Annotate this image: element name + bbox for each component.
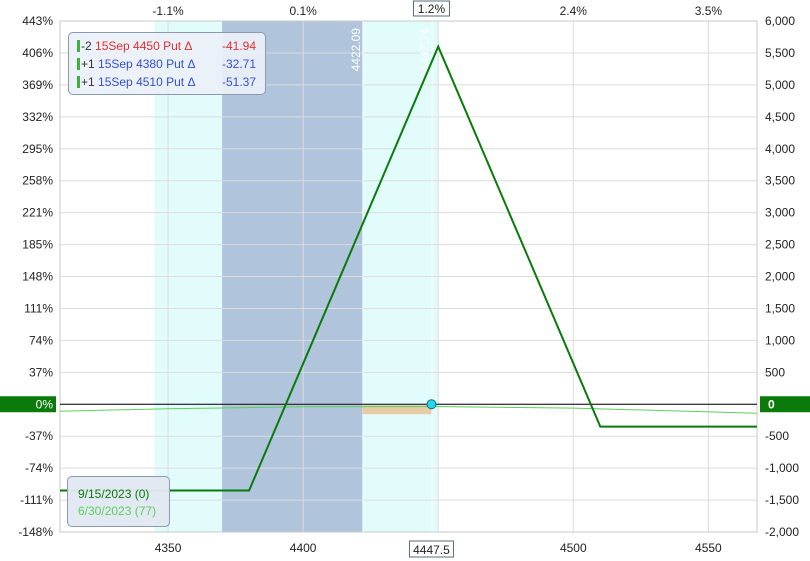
- left-tick-label: 37%: [29, 365, 53, 379]
- leg-desc: 15Sep 4450 Put Δ: [95, 39, 193, 53]
- left-tick-label: 74%: [29, 333, 53, 347]
- right-tick-label: 4,500: [765, 110, 795, 124]
- vertical-line-label: 4422.09: [349, 28, 363, 72]
- left-tick-label: 295%: [22, 142, 53, 156]
- leg-marker-icon: [77, 40, 80, 52]
- date-legend: 9/15/2023 (0) 6/30/2023 (77): [67, 476, 170, 527]
- left-tick-label: -74%: [25, 461, 53, 475]
- left-tick-label: -37%: [25, 429, 53, 443]
- top-pct-tick-label: 0.1%: [289, 4, 317, 18]
- legend-leg-3: +1 15Sep 4510 Put Δ -51.37: [77, 73, 265, 91]
- leg-qty: +1: [81, 57, 95, 71]
- right-tick-label: 500: [765, 365, 785, 379]
- right-tick-label: 5,500: [765, 46, 795, 60]
- leg-desc: 15Sep 4510 Put Δ: [98, 75, 196, 89]
- zero-right-label: 0: [768, 397, 775, 411]
- legend: -2 15Sep 4450 Put Δ -41.94 +1 15Sep 4380…: [68, 32, 266, 95]
- x-tick-label: 4400: [290, 541, 317, 555]
- right-tick-label: 6,000: [765, 14, 795, 28]
- left-tick-label: 185%: [22, 238, 53, 252]
- left-tick-label: 406%: [22, 46, 53, 60]
- top-pct-tick-label: -1.1%: [152, 4, 184, 18]
- left-tick-label: 369%: [22, 78, 53, 92]
- left-tick-label: 111%: [24, 301, 53, 315]
- leg-qty: -2: [81, 39, 92, 53]
- top-marker-label: 1.2%: [418, 2, 446, 16]
- current-price-marker: [426, 399, 437, 410]
- leg-marker-icon: [77, 58, 80, 70]
- x-tick-label: 4550: [695, 541, 722, 555]
- x-tick-label: 4350: [155, 541, 182, 555]
- leg-delta: -32.71: [222, 57, 257, 71]
- right-tick-label: 3,000: [765, 206, 795, 220]
- right-tick-label: 3,500: [765, 174, 795, 188]
- left-tick-label: 332%: [22, 110, 53, 124]
- x-tick-label: 4500: [560, 541, 587, 555]
- expiration-date-label: 9/15/2023 (0): [78, 487, 150, 501]
- right-tick-label: 2,500: [765, 238, 795, 252]
- right-tick-label: -500: [765, 429, 789, 443]
- right-tick-label: 1,000: [765, 333, 795, 347]
- left-tick-label: 148%: [22, 270, 53, 284]
- right-tick-label: 5,000: [765, 78, 795, 92]
- left-tick-label: 443%: [22, 14, 53, 28]
- leg-delta: -51.37: [222, 75, 257, 89]
- left-tick-label: 258%: [22, 174, 53, 188]
- right-tick-label: 4,000: [765, 142, 795, 156]
- left-tick-label: -111%: [20, 493, 53, 507]
- right-tick-label: -1,500: [765, 493, 799, 507]
- leg-desc: 15Sep 4380 Put Δ: [98, 57, 196, 71]
- left-tick-label: 221%: [22, 206, 53, 220]
- left-tick-label: -148%: [18, 525, 53, 539]
- right-tick-label: 1,500: [765, 301, 795, 315]
- right-tick-label: -1,000: [765, 461, 799, 475]
- top-pct-tick-label: 2.4%: [560, 4, 588, 18]
- current-price-label: 4447.5: [413, 543, 450, 557]
- legend-leg-1: -2 15Sep 4450 Put Δ -41.94: [77, 37, 265, 55]
- leg-marker-icon: [77, 76, 80, 88]
- right-tick-label: 2,000: [765, 270, 795, 284]
- right-tick-label: -2,000: [765, 525, 799, 539]
- leg-delta: -41.94: [222, 39, 257, 53]
- top-pct-tick-label: 3.5%: [695, 4, 723, 18]
- today-date-label: 6/30/2023 (77): [78, 504, 157, 518]
- leg-qty: +1: [81, 75, 95, 89]
- zero-left-label: 0%: [36, 397, 54, 411]
- legend-leg-2: +1 15Sep 4380 Put Δ -32.71: [77, 55, 265, 73]
